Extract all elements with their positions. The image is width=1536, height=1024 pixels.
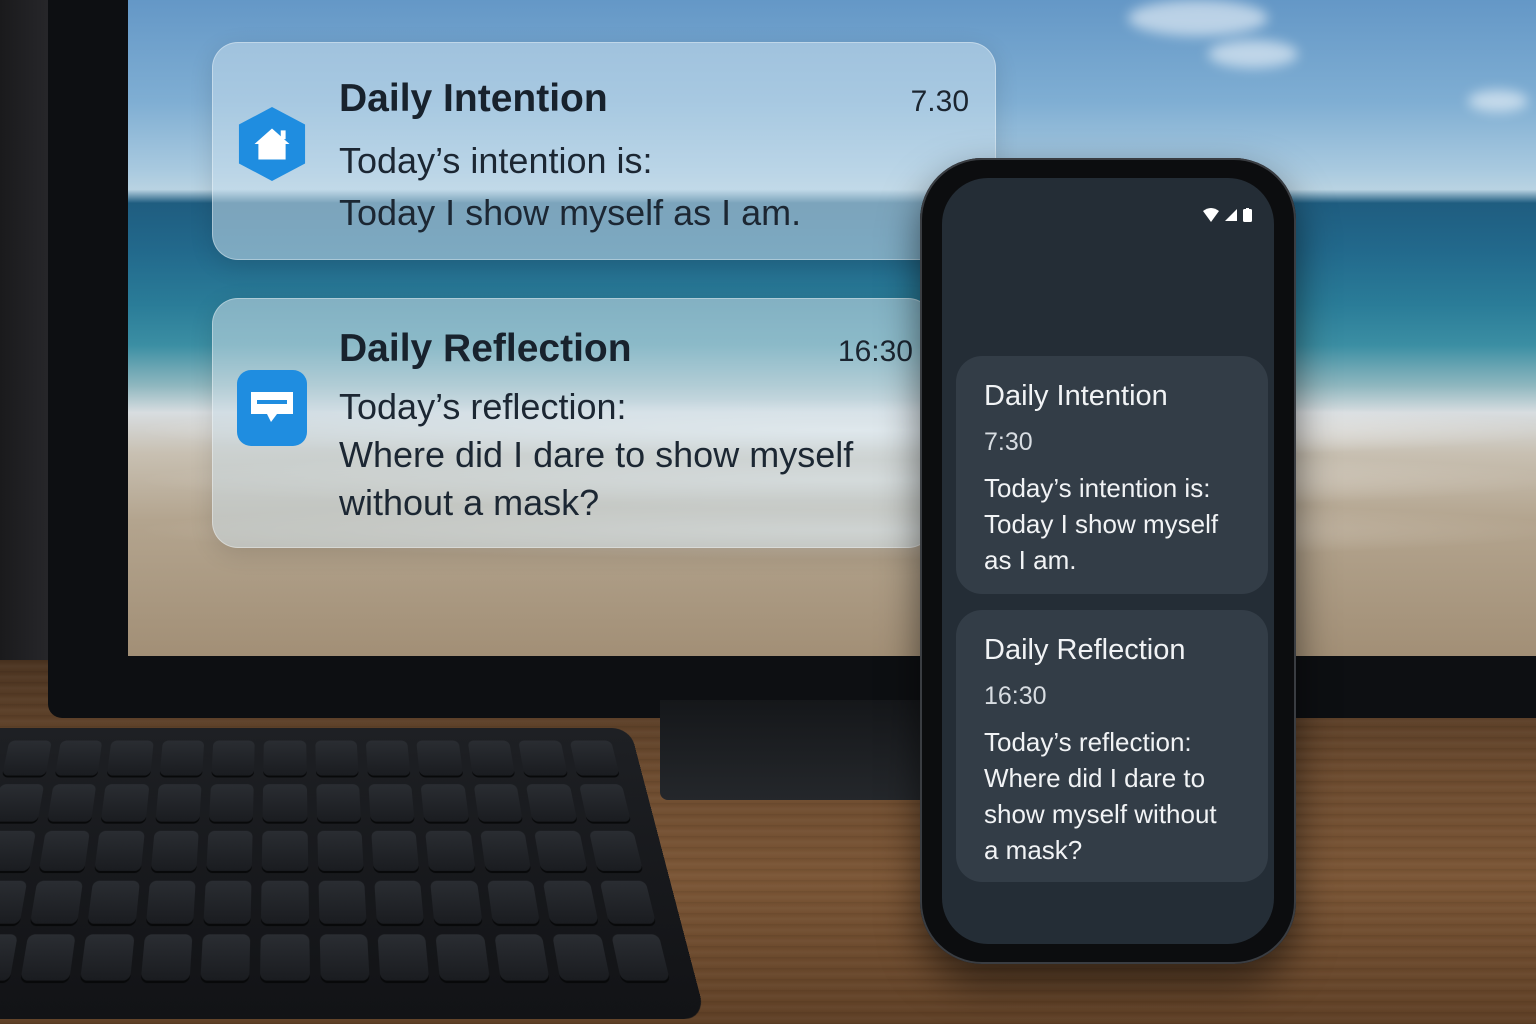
keyboard-key <box>211 740 256 776</box>
keyboard-key <box>0 880 27 924</box>
keyboard-key <box>494 934 550 981</box>
keyboard-key <box>578 784 631 822</box>
phone-notification-intention[interactable]: Daily Intention 7:30 Today’s intention i… <box>956 356 1268 594</box>
keyboard-key <box>145 880 196 924</box>
keyboard-key <box>569 740 620 776</box>
keyboard-key <box>435 934 490 981</box>
keyboard-key <box>263 740 307 776</box>
keyboard-key <box>94 830 145 871</box>
notification-time: 7.30 <box>910 85 969 118</box>
keyboard-key <box>416 740 464 776</box>
keyboard-keys <box>0 740 675 1000</box>
keyboard-key <box>206 830 253 871</box>
keyboard-key <box>262 830 308 871</box>
keyboard-key <box>430 880 483 924</box>
keyboard-key <box>610 934 670 981</box>
keyboard-key <box>38 830 91 871</box>
keyboard-key <box>261 880 309 924</box>
keyboard-key <box>371 830 420 871</box>
notification-time: 16:30 <box>837 335 913 368</box>
home-icon <box>237 107 307 181</box>
keyboard-key <box>159 740 205 776</box>
keyboard-key <box>319 934 370 981</box>
keyboard-key <box>467 740 516 776</box>
keyboard <box>0 728 707 1020</box>
keyboard-key <box>0 740 1 776</box>
smartphone: Daily Intention 7:30 Today’s intention i… <box>920 158 1296 964</box>
wifi-icon <box>1203 208 1219 222</box>
keyboard-key <box>154 784 202 822</box>
keyboard-key <box>29 880 84 924</box>
keyboard-key <box>80 934 135 981</box>
keyboard-key <box>0 934 18 981</box>
keyboard-key <box>317 830 364 871</box>
keyboard-key <box>318 880 367 924</box>
keyboard-key <box>534 830 588 871</box>
keyboard-key <box>479 830 532 871</box>
phone-screen: Daily Intention 7:30 Today’s intention i… <box>942 178 1274 944</box>
keyboard-key <box>260 934 310 981</box>
keyboard-key <box>0 830 36 871</box>
keyboard-key <box>552 934 610 981</box>
notification-body: Today’s intention is: Today I show mysel… <box>984 473 1219 575</box>
notification-title: Daily Reflection <box>339 327 632 370</box>
keyboard-key <box>87 880 140 924</box>
notification-title: Daily Intention <box>984 380 1168 412</box>
keyboard-key <box>425 830 476 871</box>
status-bar <box>1203 208 1252 222</box>
keyboard-key <box>599 880 657 924</box>
keyboard-key <box>150 830 199 871</box>
notification-body: Today’s intention is: Today I show mysel… <box>339 140 802 233</box>
notification-title: Daily Intention <box>339 77 608 120</box>
keyboard-key <box>473 784 524 822</box>
notification-title: Daily Reflection <box>984 634 1186 666</box>
notification-body: Today’s reflection: Where did I dare to … <box>339 386 854 523</box>
keyboard-key <box>518 740 568 776</box>
keyboard-key <box>377 934 430 981</box>
battery-icon <box>1243 208 1252 222</box>
signal-icon <box>1225 209 1237 221</box>
keyboard-key <box>421 784 470 822</box>
keyboard-key <box>54 740 103 776</box>
phone-notification-reflection[interactable]: Daily Reflection 16:30 Today’s reflectio… <box>956 610 1268 882</box>
keyboard-key <box>20 934 76 981</box>
desktop-notification-intention[interactable]: Daily Intention 7.30 Today’s intention i… <box>212 42 996 260</box>
keyboard-key <box>526 784 577 822</box>
keyboard-key <box>0 784 44 822</box>
keyboard-key <box>374 880 425 924</box>
keyboard-key <box>368 784 416 822</box>
keyboard-key <box>46 784 97 822</box>
keyboard-key <box>543 880 599 924</box>
keyboard-key <box>486 880 541 924</box>
message-icon <box>237 370 307 446</box>
notification-body: Today’s reflection: Where did I dare to … <box>984 727 1217 865</box>
keyboard-key <box>314 740 359 776</box>
keyboard-key <box>208 784 255 822</box>
keyboard-key <box>365 740 411 776</box>
keyboard-key <box>315 784 362 822</box>
keyboard-key <box>203 880 252 924</box>
keyboard-key <box>106 740 154 776</box>
keyboard-key <box>2 740 52 776</box>
keyboard-key <box>588 830 644 871</box>
keyboard-key <box>262 784 308 822</box>
notification-time: 16:30 <box>984 682 1047 710</box>
keyboard-key <box>100 784 149 822</box>
notification-time: 7:30 <box>984 428 1033 456</box>
keyboard-key <box>140 934 193 981</box>
desktop-notification-reflection[interactable]: Daily Reflection 16:30 Today’s reflectio… <box>212 298 934 548</box>
keyboard-key <box>200 934 251 981</box>
